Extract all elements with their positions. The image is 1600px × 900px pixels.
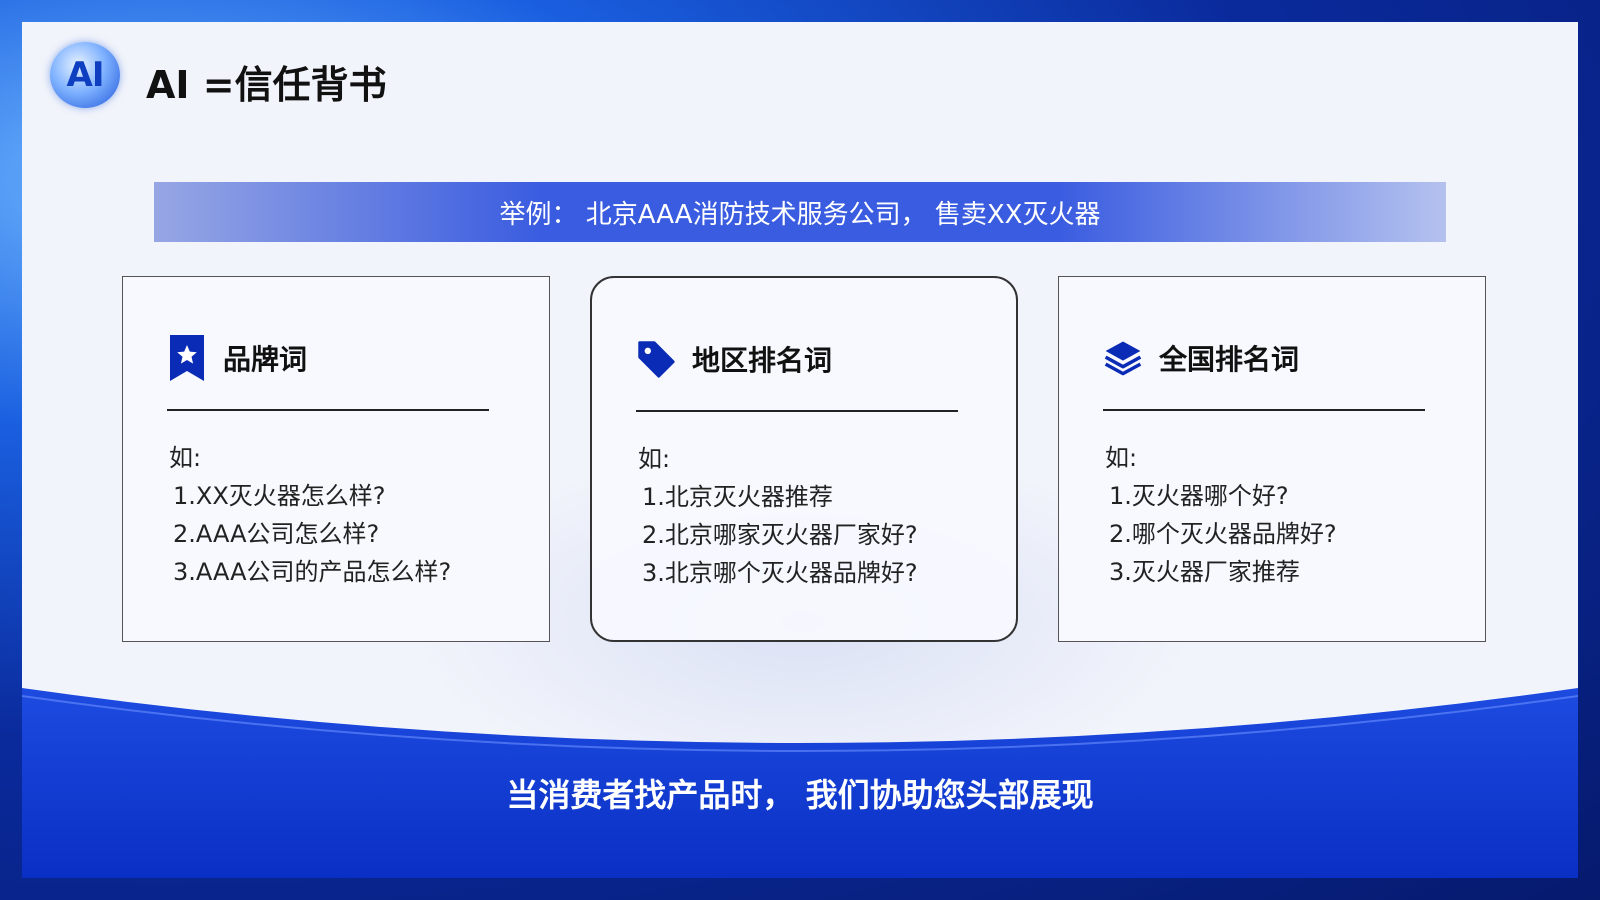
divider bbox=[636, 410, 958, 412]
footer-slogan: 当消费者找产品时， 我们协助您头部展现 bbox=[506, 776, 1094, 814]
card-body: 如: 1.北京灭火器推荐 2.北京哪家灭火器厂家好? 3.北京哪个灭火器品牌好? bbox=[638, 440, 918, 592]
card-regional-keywords: 地区排名词 如: 1.北京灭火器推荐 2.北京哪家灭火器厂家好? 3.北京哪个灭… bbox=[590, 276, 1018, 642]
layers-icon bbox=[1103, 333, 1143, 383]
card-intro: 如: bbox=[1105, 444, 1138, 472]
ai-logo-text: AI bbox=[66, 55, 105, 95]
list-item: 2.哪个灭火器品牌好? bbox=[1109, 520, 1337, 548]
slide: AI AI =信任背书 举例： 北京AAA消防技术服务公司， 售卖XX灭火器 品… bbox=[22, 22, 1578, 878]
page-title: AI =信任背书 bbox=[146, 63, 387, 107]
card-title: 全国排名词 bbox=[1159, 343, 1300, 376]
card-title: 品牌词 bbox=[223, 343, 308, 376]
card-brand-keywords: 品牌词 如: 1.XX灭火器怎么样? 2.AAA公司怎么样? 3.AAA公司的产… bbox=[122, 276, 550, 642]
ai-logo: AI bbox=[50, 42, 120, 108]
list-item: 1.北京灭火器推荐 bbox=[642, 483, 833, 511]
card-intro: 如: bbox=[638, 445, 671, 473]
card-header: 全国排名词 bbox=[1103, 333, 1299, 383]
example-banner: 举例： 北京AAA消防技术服务公司， 售卖XX灭火器 bbox=[154, 182, 1446, 242]
list-item: 3.灭火器厂家推荐 bbox=[1109, 558, 1300, 586]
tag-icon bbox=[636, 334, 676, 384]
divider bbox=[1103, 409, 1425, 411]
card-national-keywords: 全国排名词 如: 1.灭火器哪个好? 2.哪个灭火器品牌好? 3.灭火器厂家推荐 bbox=[1058, 276, 1486, 642]
card-intro: 如: bbox=[169, 444, 202, 472]
list-item: 1.XX灭火器怎么样? bbox=[173, 482, 386, 510]
card-body: 如: 1.灭火器哪个好? 2.哪个灭火器品牌好? 3.灭火器厂家推荐 bbox=[1105, 439, 1337, 591]
bookmark-star-icon bbox=[167, 333, 207, 383]
card-header: 地区排名词 bbox=[636, 334, 832, 384]
card-title: 地区排名词 bbox=[692, 344, 833, 377]
list-item: 3.AAA公司的产品怎么样? bbox=[173, 558, 452, 586]
card-header: 品牌词 bbox=[167, 333, 307, 383]
list-item: 1.灭火器哪个好? bbox=[1109, 482, 1289, 510]
example-text: 举例： 北京AAA消防技术服务公司， 售卖XX灭火器 bbox=[499, 199, 1101, 230]
list-item: 2.北京哪家灭火器厂家好? bbox=[642, 521, 918, 549]
list-item: 2.AAA公司怎么样? bbox=[173, 520, 380, 548]
list-item: 3.北京哪个灭火器品牌好? bbox=[642, 559, 918, 587]
bottom-wave-band bbox=[22, 658, 1578, 878]
card-body: 如: 1.XX灭火器怎么样? 2.AAA公司怎么样? 3.AAA公司的产品怎么样… bbox=[169, 439, 451, 591]
divider bbox=[167, 409, 489, 411]
